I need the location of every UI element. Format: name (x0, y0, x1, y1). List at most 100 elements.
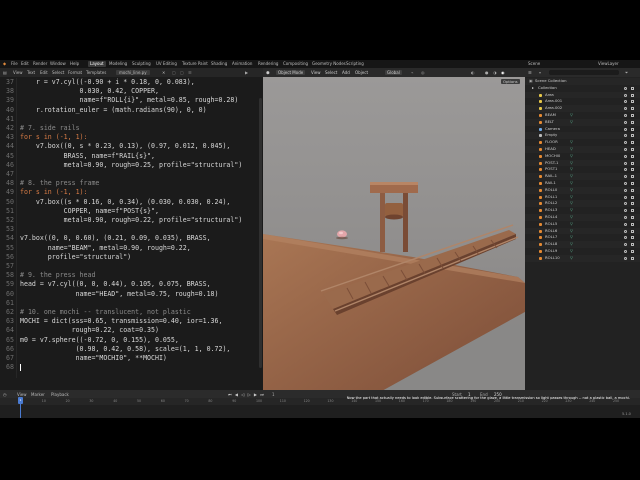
code-line[interactable]: rough=0.22, coat=0.35) (20, 326, 159, 335)
outliner-item[interactable]: RAIL1 ▽ (525, 180, 640, 187)
3d-viewport[interactable]: ⬢ Object Mode View Select Add Object Glo… (263, 68, 525, 390)
render-camera-icon[interactable] (631, 188, 634, 192)
code-line[interactable]: metal=0.90, rough=0.25, profile="structu… (20, 161, 243, 170)
visibility-eye-icon[interactable] (624, 202, 627, 206)
visibility-eye-icon[interactable] (624, 243, 627, 247)
visibility-eye-icon[interactable] (624, 93, 627, 97)
scene-selector[interactable]: Scene (528, 61, 540, 67)
outliner-item[interactable]: BELT ▽ (525, 118, 640, 126)
blender-logo-icon[interactable]: ◆ (3, 61, 6, 67)
outliner-item[interactable]: MOCHI0 ▽ (525, 153, 640, 160)
timeline-editor-type-icon[interactable]: ◷ (3, 392, 7, 397)
outliner-item[interactable]: ROLL3 ▽ (525, 207, 640, 214)
visibility-eye-icon[interactable] (624, 182, 627, 185)
visibility-eye-icon[interactable] (624, 107, 627, 111)
vp-menu-select[interactable]: Select (325, 70, 337, 75)
render-camera-icon[interactable] (631, 202, 634, 206)
code-line[interactable]: # 10. one mochi -- translucent, not plas… (20, 308, 191, 317)
code-line[interactable]: head = v7.cyl((0, 0, 0.44), 0.105, 0.075… (20, 280, 211, 289)
outliner-item[interactable]: FLOOR ▽ (525, 139, 640, 146)
render-camera-icon[interactable] (631, 209, 634, 213)
render-camera-icon[interactable] (631, 120, 634, 124)
visibility-eye-icon[interactable] (624, 209, 627, 213)
current-frame-field[interactable]: 1 (272, 392, 275, 397)
filter-icon[interactable]: ⏷ (625, 70, 628, 75)
display-mode-icon[interactable]: ▾ (539, 70, 541, 75)
code-line[interactable]: name="HEAD", metal=0.75, rough=0.18) (20, 290, 219, 299)
outliner-item[interactable]: Camera (525, 126, 640, 133)
render-camera-icon[interactable] (631, 229, 634, 233)
close-text-icon[interactable]: ✕ (162, 70, 165, 75)
code-line[interactable]: COPPER, name=f"POST{s}", (20, 207, 159, 216)
visibility-eye-icon[interactable] (624, 100, 627, 104)
workspace-tab-modeling[interactable]: Modeling (107, 61, 129, 67)
workspace-tab-shading[interactable]: Shading (209, 61, 229, 67)
render-camera-icon[interactable] (631, 168, 634, 172)
visibility-eye-icon[interactable] (624, 195, 627, 199)
outliner-item[interactable]: ROLL5 ▽ (525, 221, 640, 228)
playback-controls[interactable]: ⏮ ◀ ◁ ▷ ▶ ⏭ (228, 392, 265, 397)
render-camera-icon[interactable] (631, 127, 634, 131)
outliner-item[interactable]: Area (525, 91, 640, 99)
shading-rendered-icon[interactable]: ◉ (501, 70, 505, 75)
code-line[interactable]: (0.98, 0.42, 0.58), scale=(1, 1, 0.72), (20, 345, 231, 354)
render-camera-icon[interactable] (631, 256, 634, 260)
render-camera-icon[interactable] (631, 93, 634, 97)
code-line[interactable]: profile="structural") (20, 253, 131, 262)
render-camera-icon[interactable] (631, 195, 634, 199)
outliner-item[interactable]: ROLL2 ▽ (525, 200, 640, 208)
line-numbers-toggle-icon[interactable]: ☰ (188, 70, 192, 75)
render-camera-icon[interactable] (631, 236, 634, 240)
outliner-item[interactable]: ROLL9 ▽ (525, 248, 640, 255)
outliner-search-input[interactable] (549, 70, 619, 75)
visibility-eye-icon[interactable] (624, 168, 627, 172)
outliner-item[interactable]: Area.001 (525, 98, 640, 105)
workspace-tab-texture-paint[interactable]: Texture Paint (180, 61, 210, 67)
code-area[interactable]: 37 r = v7.cyl((-0.90 + i * 0.18, 0, 0.08… (0, 78, 263, 378)
outliner-item[interactable]: ROLL7 ▽ (525, 234, 640, 241)
menu-edit[interactable]: Edit (21, 61, 29, 67)
render-camera-icon[interactable] (631, 154, 634, 158)
code-line[interactable]: r.rotation_euler = (math.radians(90), 0,… (20, 106, 207, 115)
tl-menu-playback[interactable]: Playback (51, 392, 69, 397)
visibility-eye-icon[interactable] (624, 188, 627, 192)
code-line[interactable]: 0.030, 0.42, COPPER, (20, 87, 159, 96)
workspace-tab-layout[interactable]: Layout (88, 61, 106, 67)
text-editor[interactable]: ▤ View Text Edit Select Format Templates… (0, 68, 263, 390)
code-line[interactable]: MOCHI = dict(sss=0.65, transmission=0.40… (20, 317, 222, 326)
visibility-eye-icon[interactable] (624, 256, 627, 260)
workspace-tab-uv-editing[interactable]: UV Editing (154, 61, 179, 67)
render-camera-icon[interactable] (631, 161, 634, 165)
render-camera-icon[interactable] (631, 222, 634, 226)
visibility-eye-icon[interactable] (624, 222, 627, 226)
te-menu-templates[interactable]: Templates (86, 70, 106, 75)
playhead[interactable]: 1 (18, 397, 23, 404)
timeline-track[interactable] (0, 405, 640, 418)
visibility-eye-icon[interactable] (624, 148, 627, 151)
text-file-selector[interactable]: mochi_line.py (116, 70, 150, 75)
outliner-item[interactable]: ROLL4 ▽ (525, 214, 640, 221)
run-script-icon[interactable]: ▶ (245, 70, 248, 75)
vp-menu-add[interactable]: Add (342, 70, 350, 75)
outliner-item[interactable]: Area.002 (525, 105, 640, 112)
tl-menu-view[interactable]: View (17, 392, 27, 397)
render-camera-icon[interactable] (631, 107, 634, 111)
code-line[interactable]: m0 = v7.sphere((-0.72, 0, 0.155), 0.055, (20, 336, 179, 345)
outliner-item[interactable]: ROLL1 ▽ (525, 194, 640, 201)
render-camera-icon[interactable] (631, 250, 634, 253)
vp-menu-view[interactable]: View (311, 70, 321, 75)
outliner-item[interactable]: POST-1 ▽ (525, 159, 640, 167)
text-editor-scrollbar[interactable] (259, 98, 262, 368)
proportional-edit-icon[interactable]: ◎ (421, 70, 425, 75)
code-line[interactable]: name="BEAM", metal=0.90, rough=0.22, (20, 244, 191, 253)
menu-file[interactable]: File (11, 61, 18, 67)
code-line[interactable]: # 8. the press frame (20, 179, 99, 188)
code-line[interactable]: BRASS, name=f"RAIL{s}", (20, 152, 155, 161)
code-line[interactable]: # 7. side rails (20, 124, 80, 133)
outliner-item[interactable]: ROLL6 ▽ (525, 227, 640, 235)
workspace-tab-geometry-nodes[interactable]: Geometry Nodes (310, 61, 348, 67)
vp-menu-object[interactable]: Object (355, 70, 368, 75)
shading-material-icon[interactable]: ◑ (493, 70, 497, 75)
code-line[interactable]: # 9. the press head (20, 271, 95, 280)
transform-orientation-dropdown[interactable]: Global (385, 70, 402, 75)
